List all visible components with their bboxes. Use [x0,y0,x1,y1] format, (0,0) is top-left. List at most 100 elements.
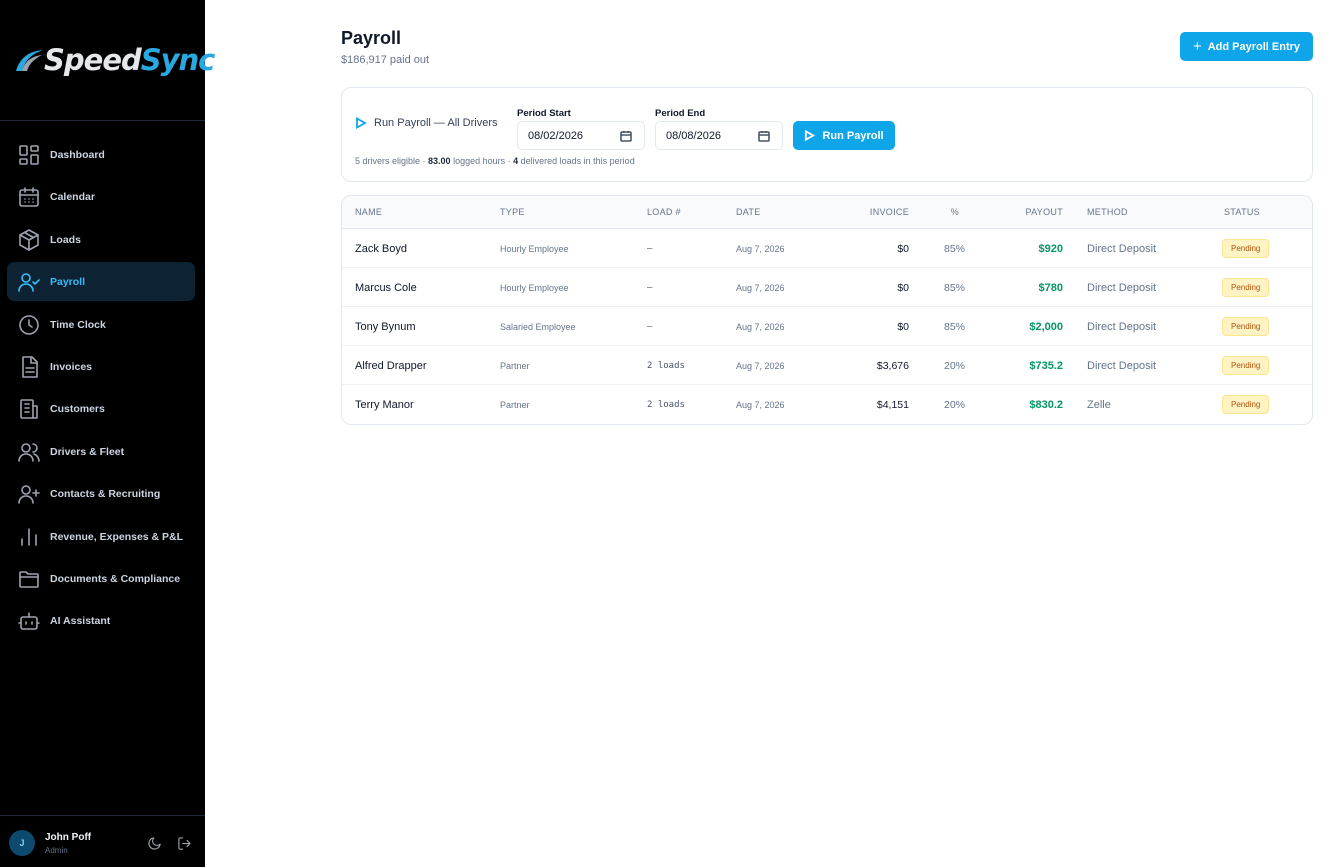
box-icon [17,228,41,252]
sidebar-item-customers[interactable]: Customers [7,389,195,428]
cell-type: Partner [500,399,530,410]
sidebar: SpeedSync Dashboard Calendar Loads Payro… [0,0,215,867]
sidebar-item-dashboard[interactable]: Dashboard [7,135,195,174]
sidebar-item-documents[interactable]: Documents & Compliance [7,559,195,598]
cell-pct: 85% [943,242,965,255]
period-end-value: 08/08/2026 [666,129,722,142]
status-badge: Pending [1222,239,1270,258]
sidebar-item-contacts-recruiting[interactable]: Contacts & Recruiting [7,474,195,513]
cell-method: Direct Deposit [1087,242,1157,255]
payroll-table: NAME TYPE LOAD # DATE INVOICE % PAYOUT M… [341,195,1313,425]
sidebar-item-drivers-fleet[interactable]: Drivers & Fleet [7,432,195,471]
status-badge: Pending [1222,356,1270,375]
col-header-invoice[interactable]: INVOICE [870,207,909,217]
add-payroll-entry-button[interactable]: + Add Payroll Entry [1180,32,1313,61]
cell-load: 2 loads [647,399,685,410]
sidebar-item-loads[interactable]: Loads [7,220,195,259]
status-badge: Pending [1222,395,1270,414]
logged-hours: 83.00 [428,156,451,166]
table-row[interactable]: Marcus Cole Hourly Employee — Aug 7, 202… [342,268,1312,307]
sidebar-item-calendar[interactable]: Calendar [7,177,195,216]
folder-icon [17,567,41,591]
logo-text-speed: Speed [44,43,142,77]
cell-invoice: $0 [897,320,909,333]
cell-payout: $830.2 [1029,398,1063,411]
table-row[interactable]: Alfred Drapper Partner 2 loads Aug 7, 20… [342,346,1312,385]
sidebar-item-invoices[interactable]: Invoices [7,347,195,386]
moon-icon[interactable] [147,836,162,851]
cell-payout: $920 [1038,242,1063,255]
period-start-label: Period Start [517,108,571,119]
user-plus-icon [17,482,41,506]
sidebar-item-label: Drivers & Fleet [50,445,125,458]
run-payroll-card: Run Payroll — All Drivers Period Start 0… [341,87,1313,182]
cell-invoice: $3,676 [876,359,909,372]
sidebar-item-ai-assistant[interactable]: AI Assistant [7,601,195,640]
run-payroll-button-label: Run Payroll [822,129,884,142]
period-end-label: Period End [655,108,706,119]
cell-pct: 20% [943,398,965,411]
period-end-input[interactable]: 08/08/2026 [655,121,783,150]
cell-method: Direct Deposit [1087,359,1157,372]
col-header-load[interactable]: LOAD # [647,207,681,217]
sidebar-item-label: Dashboard [50,148,105,161]
sidebar-item-label: Payroll [50,275,86,288]
logo[interactable]: SpeedSync [0,0,215,121]
col-header-type[interactable]: TYPE [500,207,525,217]
logout-icon[interactable] [177,836,192,851]
document-icon [17,355,41,379]
calendar-icon [17,185,41,209]
logo-text-sync: Sync [140,43,216,77]
user-role: Admin [45,846,68,855]
cell-method: Direct Deposit [1087,320,1157,333]
building-icon [17,397,41,421]
period-start-value: 08/02/2026 [528,129,584,142]
cell-load: — [647,243,653,254]
sidebar-item-revenue[interactable]: Revenue, Expenses & P&L [7,517,195,556]
table-row[interactable]: Tony Bynum Salaried Employee — Aug 7, 20… [342,307,1312,346]
sidebar-item-time-clock[interactable]: Time Clock [7,305,195,344]
cell-name: Marcus Cole [355,281,417,294]
sidebar-item-label: Revenue, Expenses & P&L [50,530,184,543]
cell-type: Hourly Employee [500,282,569,293]
run-payroll-title: Run Payroll — All Drivers [374,117,498,129]
add-payroll-entry-label: Add Payroll Entry [1207,40,1301,53]
cell-load: 2 loads [647,360,685,371]
sidebar-item-label: Calendar [50,190,95,203]
avatar[interactable]: J [9,830,35,856]
cell-date: Aug 7, 2026 [736,282,785,293]
cell-payout: $2,000 [1029,320,1063,333]
calendar-icon[interactable] [620,130,632,142]
sidebar-item-label: AI Assistant [50,614,111,627]
cell-type: Partner [500,360,530,371]
col-header-date[interactable]: DATE [736,207,761,217]
sidebar-item-label: Invoices [50,360,93,373]
status-badge: Pending [1222,278,1270,297]
calendar-icon[interactable] [758,130,770,142]
sidebar-item-payroll[interactable]: Payroll [7,262,195,301]
sidebar-item-label: Time Clock [50,318,106,331]
period-start-input[interactable]: 08/02/2026 [517,121,645,150]
col-header-method[interactable]: METHOD [1087,207,1128,217]
sidebar-item-label: Documents & Compliance [50,572,181,585]
cell-pct: 85% [943,320,965,333]
users-icon [17,440,41,464]
cell-name: Tony Bynum [355,320,416,333]
user-bar: J John Poff Admin [0,815,205,867]
cell-invoice: $4,151 [876,398,909,411]
col-header-pct[interactable]: % [951,207,959,217]
cell-date: Aug 7, 2026 [736,321,785,332]
cell-method: Zelle [1087,398,1111,411]
play-icon [356,117,367,129]
page-subtitle: $186,917 paid out [341,54,430,66]
table-row[interactable]: Terry Manor Partner 2 loads Aug 7, 2026 … [342,385,1312,424]
run-payroll-button[interactable]: Run Payroll [793,121,895,150]
col-header-payout[interactable]: PAYOUT [1026,207,1063,217]
bot-icon [17,609,41,633]
table-row[interactable]: Zack Boyd Hourly Employee — Aug 7, 2026 … [342,229,1312,268]
table-header: NAME TYPE LOAD # DATE INVOICE % PAYOUT M… [342,196,1312,229]
cell-name: Alfred Drapper [355,359,427,372]
col-header-name[interactable]: NAME [355,207,382,217]
col-header-status[interactable]: STATUS [1224,207,1260,217]
cell-type: Salaried Employee [500,321,576,332]
